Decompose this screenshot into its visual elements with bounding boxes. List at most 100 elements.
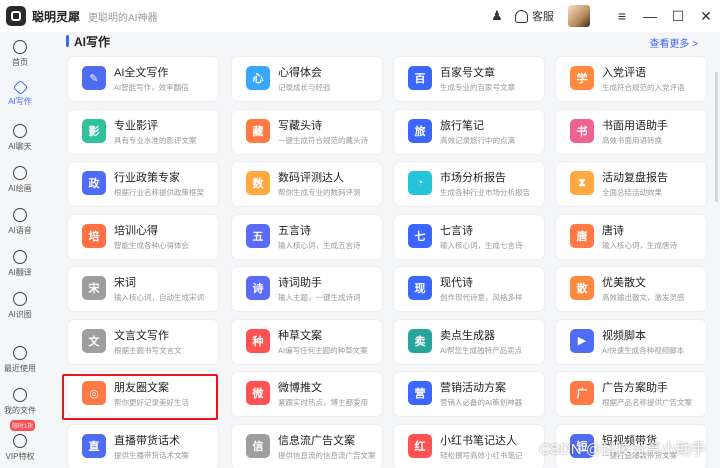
tool-description: 生成专业的百家号文章	[440, 83, 515, 92]
watermark: CSDN @科技分享小助手	[539, 441, 706, 458]
tool-title: 行业政策专家	[114, 172, 180, 184]
scrollbar[interactable]	[715, 72, 718, 202]
tool-icon: ◔	[408, 171, 432, 195]
title-bar: 聪明灵犀 更聪明的AI神器 ♟ 客服 ≡ — ☐ ✕	[0, 0, 720, 32]
tool-card[interactable]: 唐唐诗 输入核心词，生成唐诗	[556, 214, 706, 259]
tool-title: 现代诗	[440, 277, 473, 289]
tool-card[interactable]: 微微博推文 紧跟实时热点，博主都爱用	[232, 372, 382, 416]
tool-icon: 红	[408, 433, 432, 458]
tool-card[interactable]: 数数码评测达人 帮你生成专业的数码评测	[232, 162, 382, 206]
sidebar: 首页 AI写作 AI聊天 AI绘画 AI语音 AI翻译 AI识图 最近使用 我的…	[0, 32, 40, 468]
app-slogan: 更聪明的AI神器	[88, 12, 158, 24]
tool-card[interactable]: 信信息流广告文案 提供信息流的信息流广告文案	[232, 424, 382, 468]
tool-icon: 藏	[246, 118, 270, 143]
tool-card[interactable]: 散优美散文 高效输出散文，激发灵感	[556, 267, 706, 311]
tool-card[interactable]: ⧗ 活动复盘报告 全面总结活动效果	[556, 162, 706, 206]
tool-title: 文言文写作	[114, 329, 169, 342]
customer-service-button[interactable]: 客服	[515, 8, 554, 24]
sidebar-item-vip[interactable]: VIP特权	[0, 434, 40, 462]
section-title: AI写作	[74, 35, 111, 49]
sidebar-item-recent[interactable]: 最近使用	[0, 346, 40, 374]
tool-title: 心得体会	[278, 67, 322, 79]
tool-icon: 五	[246, 223, 270, 248]
sidebar-item-ai-chat[interactable]: AI聊天	[0, 124, 40, 152]
sidebar-item-home[interactable]: 首页	[0, 40, 40, 68]
tool-card[interactable]: 卖卖点生成器 AI帮您生成独特产品卖点	[394, 319, 544, 364]
tool-title: 种草文案	[278, 329, 322, 342]
tool-card[interactable]: 现现代诗创作现代诗意，风格多样	[394, 267, 544, 311]
tool-card[interactable]: 旅旅行笔记 高效记录旅行中的点滴	[394, 109, 544, 154]
tool-title: 优美散文	[602, 277, 646, 289]
tool-description: 一键生成符合规范的藏头诗	[278, 135, 368, 145]
shirt-icon[interactable]: ♟	[489, 8, 505, 24]
tool-card[interactable]: 政行业政策专家 根据行业名称提供政策框架	[68, 162, 218, 206]
tool-title: AI全文写作	[114, 67, 169, 79]
menu-button[interactable]: ≡	[608, 0, 636, 32]
tool-card[interactable]: 广广告方案助手 根据产品名称提供广告文案	[556, 372, 706, 416]
tool-card[interactable]: 红小红书笔记达人 轻松撰写高效小红书笔记	[394, 424, 544, 468]
tool-title: 宋词	[114, 277, 136, 289]
tool-card[interactable]: ◔ 市场分析报告生成各种行业市场分析报告	[394, 162, 544, 206]
tool-card[interactable]: 影专业影评 具有专业水准的影评文案	[68, 109, 218, 154]
tool-card[interactable]: 诗诗词助手 输入主题，一键生成诗词	[232, 267, 382, 311]
tool-icon: 书	[570, 118, 594, 143]
tool-card[interactable]: 宋宋词 输入核心词，自动生成宋词	[68, 267, 218, 311]
tool-title: 直播带货话术	[114, 434, 180, 447]
tool-card[interactable]: ✎ AI全文写作 AI智能写作，效率翻倍	[68, 57, 218, 101]
tool-card[interactable]: 心心得体会 记录成长与经验	[232, 57, 382, 101]
tool-icon: 直	[82, 433, 106, 458]
see-more-link[interactable]: 查看更多 >	[649, 35, 698, 50]
tool-title: 广告方案助手	[602, 382, 668, 394]
tool-icon: 宋	[82, 276, 106, 300]
close-button[interactable]: ✕	[692, 0, 720, 32]
translate-icon	[13, 250, 27, 264]
tool-description: 输入核心词，生成五言诗	[278, 240, 361, 250]
sidebar-item-my-files[interactable]: 我的文件	[0, 388, 40, 416]
tool-description: 创作现代诗意，风格多样	[440, 293, 523, 302]
tool-description: 帮你生成专业的数码评测	[278, 188, 361, 197]
tool-icon: 微	[246, 381, 270, 405]
sidebar-item-ai-writing[interactable]: AI写作	[0, 79, 40, 107]
tool-icon: 唐	[570, 223, 594, 248]
maximize-button[interactable]: ☐	[664, 0, 692, 32]
tool-description: 根据主题书写文言文	[114, 345, 182, 355]
avatar[interactable]	[568, 5, 590, 27]
tool-card[interactable]: ▶ 视频脚本 AI快速生成各种视频脚本	[556, 319, 706, 364]
tool-description: AI帮您生成独特产品卖点	[440, 345, 523, 355]
tool-card[interactable]: 培培训心得 智能生成各种心得体会	[68, 214, 218, 259]
sidebar-item-ai-voice[interactable]: AI语音	[0, 208, 40, 236]
tool-card[interactable]: 百百家号文章 生成专业的百家号文章	[394, 57, 544, 101]
tool-description: 轻松撰写高效小红书笔记	[440, 450, 523, 460]
home-icon	[13, 40, 27, 54]
tool-title: 市场分析报告	[440, 172, 506, 184]
tool-icon: ⧗	[570, 171, 594, 195]
tool-card[interactable]: 营营销活动方案 营销人必备的AI策划神器	[394, 372, 544, 416]
tool-card[interactable]: 书书面用语助手 高效书面用语转换	[556, 109, 706, 154]
tool-card[interactable]: 文文言文写作 根据主题书写文言文	[68, 319, 218, 364]
tool-title: 数码评测达人	[278, 172, 344, 184]
tool-card[interactable]: 五五言诗 输入核心词，生成五言诗	[232, 214, 382, 259]
tool-description: 智能生成各种心得体会	[114, 240, 189, 250]
tool-title: 活动复盘报告	[602, 172, 668, 184]
tool-title: 七言诗	[440, 224, 473, 237]
tool-title: 信息流广告文案	[278, 434, 355, 447]
sidebar-item-ai-translate[interactable]: AI翻译	[0, 250, 40, 278]
tool-description: 生成各种行业市场分析报告	[440, 188, 530, 197]
tool-icon: 信	[246, 433, 270, 458]
sidebar-item-ai-paint[interactable]: AI绘画	[0, 166, 40, 194]
tool-icon: 现	[408, 276, 432, 300]
tool-description: AI智能写作，效率翻倍	[114, 83, 189, 92]
tool-description: 根据行业名称提供政策框架	[114, 188, 204, 197]
minimize-button[interactable]: —	[636, 0, 664, 32]
customer-service-label: 客服	[532, 11, 554, 23]
tool-title: 书面用语助手	[602, 119, 668, 132]
tool-card[interactable]: 藏写藏头诗 一键生成符合规范的藏头诗	[232, 109, 382, 154]
tool-card[interactable]: 七七言诗 输入核心词，生成七言诗	[394, 214, 544, 259]
sidebar-item-ai-scan[interactable]: AI识图	[0, 292, 40, 320]
tool-card[interactable]: 种种草文案 AI编写任何主题的种草文案	[232, 319, 382, 364]
tool-card[interactable]: 学入党评语 生成符合规范的入党评语	[556, 57, 706, 101]
mic-icon	[13, 208, 27, 222]
tool-card[interactable]: 直直播带货话术 提供生播带货话术文案	[68, 424, 218, 468]
tool-icon: 影	[82, 118, 106, 143]
section-accent-bar	[66, 35, 69, 47]
